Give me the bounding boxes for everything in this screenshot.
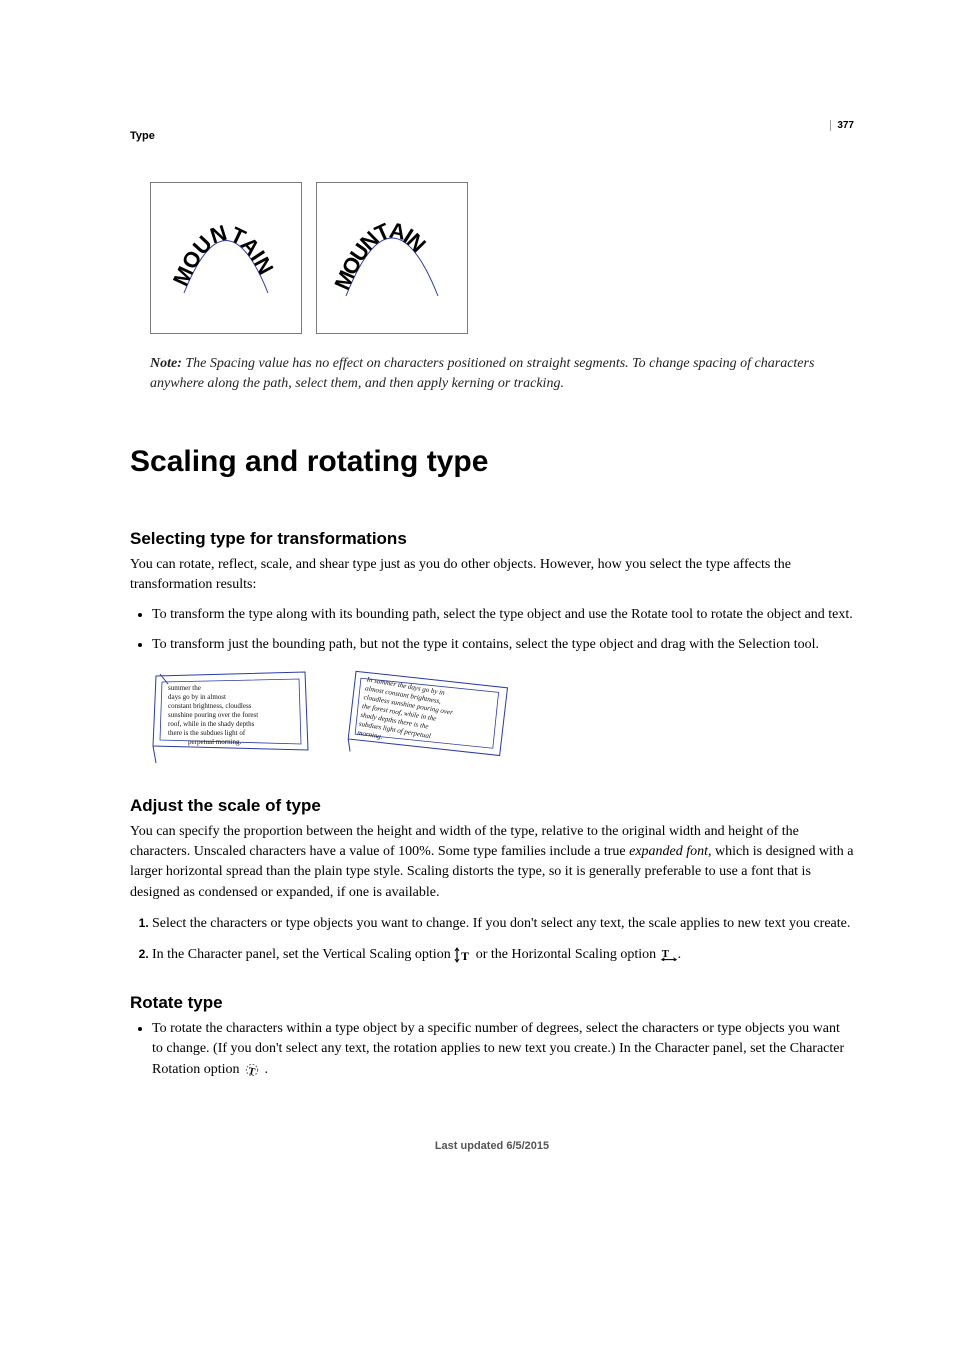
note-paragraph: Note: The Spacing value has no effect on… <box>150 354 834 395</box>
mountain-figure-left: MOUNTAIN <box>150 182 302 334</box>
svg-text:constant brightness, cloudless: constant brightness, cloudless <box>168 702 252 710</box>
text: . <box>261 1062 268 1077</box>
svg-text:MOUNTAIN: MOUNTAIN <box>332 217 430 293</box>
list-item: Select the characters or type objects yo… <box>152 913 854 934</box>
list-item: To rotate the characters within a type o… <box>152 1019 854 1080</box>
character-rotation-icon: T <box>243 1061 261 1077</box>
page-title: Scaling and rotating type <box>130 445 854 479</box>
adjust-scale-para: You can specify the proportion between t… <box>130 822 854 903</box>
svg-text:summer the: summer the <box>168 684 201 692</box>
page-number: 377 <box>830 120 854 131</box>
note-label: Note: <box>150 356 182 371</box>
heading-rotate-type: Rotate type <box>130 993 854 1013</box>
svg-text:sunshine pouring over the fore: sunshine pouring over the forest <box>168 711 258 719</box>
section-label: Type <box>130 130 854 142</box>
rotation-thumbs: summer the days go by in almost constant… <box>148 668 854 768</box>
list-item: In the Character panel, set the Vertical… <box>152 944 854 965</box>
text: . <box>678 947 682 962</box>
svg-text:T: T <box>461 949 469 963</box>
thumb-rotated: In summer the days go by in almost const… <box>343 668 508 768</box>
svg-text:days go by in almost: days go by in almost <box>168 693 226 701</box>
horizontal-scaling-icon: T <box>660 947 678 963</box>
svg-text:perpetual morning.: perpetual morning. <box>188 738 242 746</box>
heading-adjust-scale: Adjust the scale of type <box>130 796 854 816</box>
svg-text:T: T <box>661 948 669 960</box>
mountain-figures: MOUNTAIN MOUNTAIN <box>150 182 854 334</box>
thumb-unrotated: summer the days go by in almost constant… <box>148 668 313 768</box>
text: In the Character panel, set the Vertical… <box>152 947 454 962</box>
adjust-scale-steps: Select the characters or type objects yo… <box>130 913 854 965</box>
expanded-font-term: expanded font <box>629 844 708 859</box>
mountain-figure-right: MOUNTAIN <box>316 182 468 334</box>
svg-text:T: T <box>247 1066 256 1078</box>
svg-text:roof, while in the shady depth: roof, while in the shady depths <box>168 720 255 728</box>
vertical-scaling-icon: T <box>454 947 472 963</box>
list-item: To transform just the bounding path, but… <box>152 635 854 655</box>
heading-selecting-type: Selecting type for transformations <box>130 529 854 549</box>
note-text: The Spacing value has no effect on chara… <box>150 356 814 391</box>
selecting-type-bullets: To transform the type along with its bou… <box>130 605 854 656</box>
rotate-type-bullets: To rotate the characters within a type o… <box>130 1019 854 1080</box>
text: or the Horizontal Scaling option <box>472 947 659 962</box>
footer-last-updated: Last updated 6/5/2015 <box>130 1140 854 1152</box>
list-item: To transform the type along with its bou… <box>152 605 854 625</box>
selecting-type-para: You can rotate, reflect, scale, and shea… <box>130 555 854 596</box>
svg-text:there is the subdues light of: there is the subdues light of <box>168 729 246 737</box>
